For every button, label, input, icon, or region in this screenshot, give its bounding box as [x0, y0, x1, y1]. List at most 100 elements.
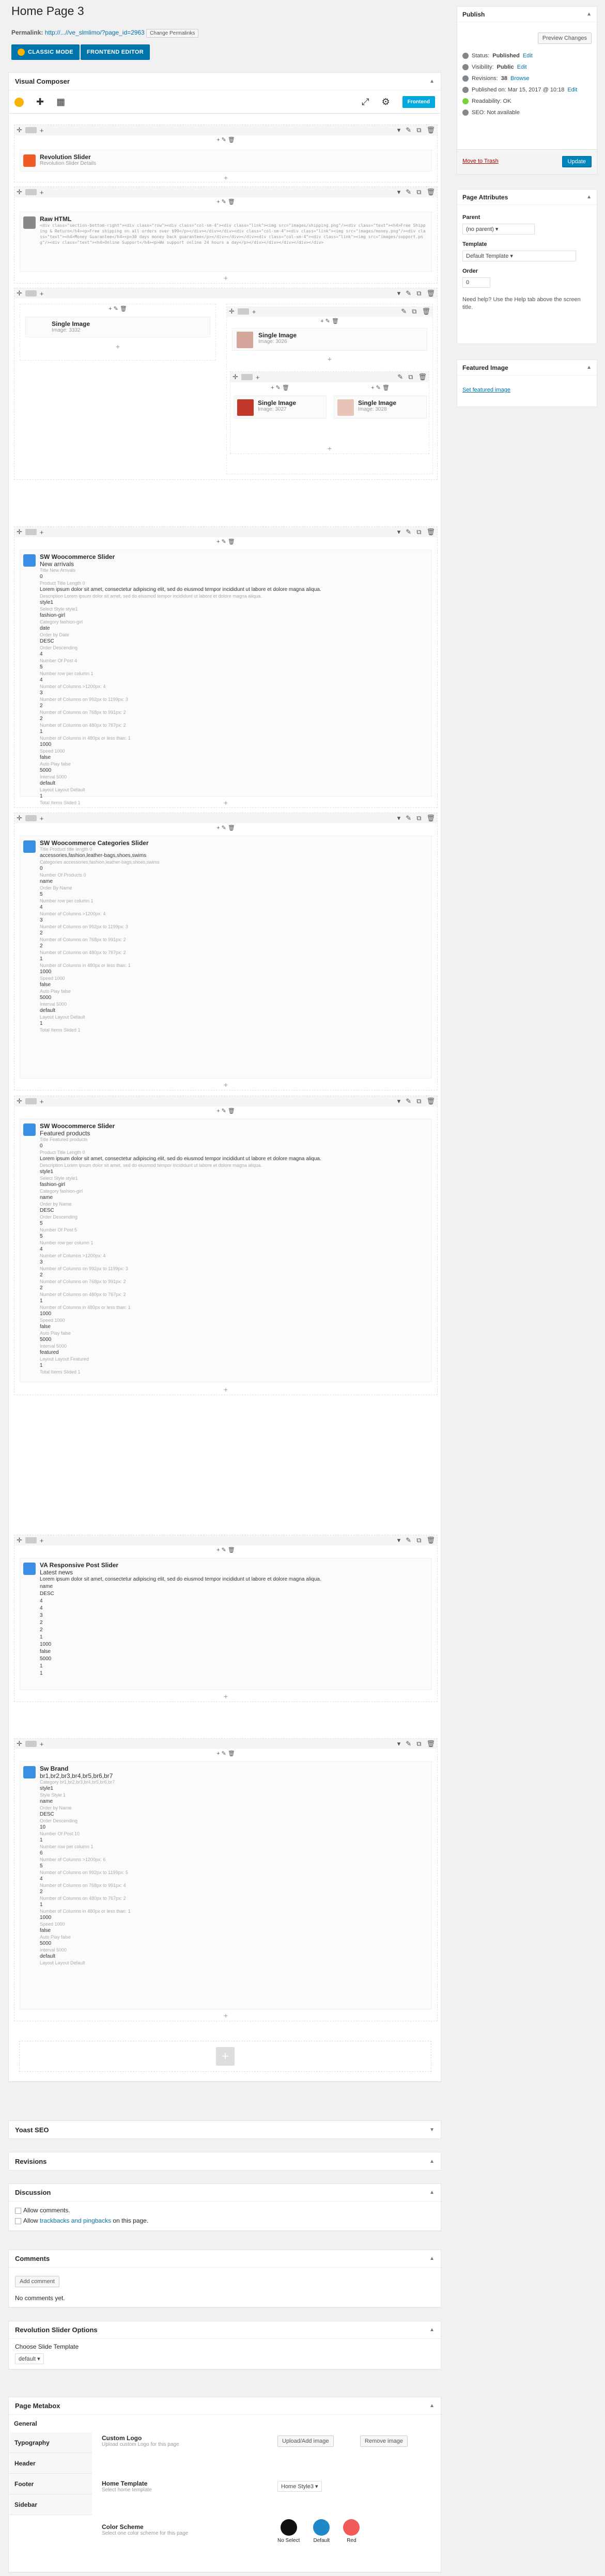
column-controls[interactable]: + ✎ 🗑 — [14, 824, 437, 834]
metabox-section-general[interactable]: General — [14, 2420, 37, 2427]
add-element-plus[interactable]: + — [227, 355, 432, 363]
revisions-browse-link[interactable]: Browse — [510, 75, 530, 82]
collapse-icon[interactable]: ▲ — [429, 2159, 435, 2164]
allow-comments-checkbox[interactable] — [15, 2207, 21, 2214]
vc-row-slider[interactable]: ✛ + ▾ ✎ ⧉ 🗑 + ✎ 🗑 Revolution Slider Revolutio… — [14, 124, 438, 182]
page-attributes-header[interactable]: Page Attributes ▲ — [457, 190, 597, 205]
collapse-icon[interactable]: ▲ — [429, 2190, 435, 2195]
collapse-icon[interactable]: ▲ — [586, 11, 592, 17]
color-swatch[interactable] — [280, 2519, 297, 2536]
raw-html-element[interactable]: Raw HTML <div class="section-bottom-righ… — [20, 212, 432, 272]
vc-row-woo-featured[interactable]: ✛ + ▾ ✎ ⧉ 🗑 + ✎ 🗑 SW Woocommerce Slider Featu… — [14, 1096, 438, 1395]
add-element-plus[interactable]: + — [14, 274, 437, 282]
row-toggle-icon[interactable]: ▾ — [397, 528, 401, 536]
row-edit-icon[interactable]: ✎ — [401, 307, 407, 316]
collapse-icon[interactable]: ▲ — [429, 2256, 435, 2261]
column-controls[interactable]: + ✎ 🗑 — [14, 1750, 437, 1759]
status-edit-link[interactable]: Edit — [523, 53, 533, 59]
tab-sidebar[interactable]: Sidebar — [9, 2494, 92, 2515]
row-toggle-icon[interactable]: ▾ — [397, 289, 401, 298]
add-element-plus[interactable]: + — [230, 444, 429, 452]
upload-image-button[interactable]: Upload/Add image — [277, 2436, 334, 2447]
yoast-seo-box[interactable]: Yoast SEO ▼ — [8, 2120, 441, 2139]
row-delete-icon[interactable]: 🗑 — [426, 289, 435, 298]
allow-trackbacks-checkbox[interactable] — [15, 2218, 21, 2224]
row-delete-icon[interactable]: 🗑 — [418, 373, 427, 381]
row-clone-icon[interactable]: ⧉ — [408, 373, 413, 381]
single-image-element[interactable]: Single Image Image: 3027 — [234, 396, 327, 418]
color-option[interactable]: Default — [313, 2519, 330, 2543]
move-to-trash-link[interactable]: Move to Trash — [462, 158, 499, 164]
home-template-select[interactable]: Home Style3 ▾ — [277, 2481, 322, 2492]
column-controls[interactable]: + ✎ 🗑 — [334, 384, 427, 394]
tab-footer[interactable]: Footer — [9, 2474, 92, 2494]
expand-icon[interactable]: ▼ — [429, 2127, 435, 2133]
update-button[interactable]: Update — [562, 156, 592, 167]
revolution-slider-element[interactable]: Revolution Slider Revolution Slider Deta… — [20, 150, 432, 171]
order-input[interactable]: 0 — [462, 277, 490, 288]
add-element-plus[interactable]: + — [14, 1692, 437, 1700]
inner-column-left[interactable]: + ✎ 🗑 Single Image Image: 3027 — [234, 384, 327, 441]
row-move-icon[interactable]: ✛ — [17, 1740, 22, 1748]
vc-row-brand[interactable]: ✛ + ▾ ✎ ⧉ 🗑 + ✎ 🗑 Sw Brand br1,br2,br3,br4,br… — [14, 1738, 438, 2021]
trackbacks-link[interactable]: trackbacks and pingbacks — [40, 2217, 111, 2224]
row-toggle-icon[interactable]: ▾ — [397, 188, 401, 196]
column-left[interactable]: + ✎ 🗑 Single Image Image: 3332 + — [20, 304, 216, 361]
row-edit-icon[interactable]: ✎ — [406, 188, 411, 196]
row-clone-icon[interactable]: ⧉ — [412, 307, 416, 316]
row-add-icon[interactable]: + — [40, 528, 44, 536]
publish-header[interactable]: Publish ▲ — [457, 7, 597, 22]
column-controls[interactable]: + ✎ 🗑 — [227, 318, 432, 327]
column-controls[interactable]: + ✎ 🗑 — [14, 1107, 437, 1117]
vc-row-images[interactable]: ✛ + ▾ ✎ ⧉ 🗑 + ✎ 🗑 Single Image Image: 3332 + … — [14, 288, 438, 480]
set-featured-image-link[interactable]: Set featured image — [462, 387, 510, 393]
column-controls[interactable]: + ✎ 🗑 — [14, 198, 437, 208]
remove-image-button[interactable]: Remove image — [360, 2436, 408, 2447]
row-move-icon[interactable]: ✛ — [17, 126, 22, 134]
add-element-plus[interactable]: + — [20, 342, 215, 351]
woo-slider-element[interactable]: SW Woocommerce Slider New arrivals Title… — [20, 550, 432, 805]
add-row-area[interactable]: + — [19, 2041, 431, 2072]
row-layout-icon[interactable] — [241, 374, 253, 380]
rev-slider-header[interactable]: Revolution Slider Options ▲ — [9, 2321, 441, 2339]
column-controls[interactable]: + ✎ 🗑 — [234, 384, 327, 394]
row-toggle-icon[interactable]: ▾ — [397, 126, 401, 134]
row-delete-icon[interactable]: 🗑 — [426, 1740, 435, 1748]
tab-header[interactable]: Header — [9, 2453, 92, 2474]
row-clone-icon[interactable]: ⧉ — [416, 1740, 421, 1748]
row-toggle-icon[interactable]: ▾ — [397, 1097, 401, 1105]
row-clone-icon[interactable]: ⧉ — [416, 1536, 421, 1544]
collapse-icon[interactable]: ▲ — [586, 194, 592, 200]
row-delete-icon[interactable]: 🗑 — [426, 814, 435, 822]
collapse-icon[interactable]: ▲ — [586, 365, 592, 370]
slide-template-select[interactable]: default ▾ — [15, 2353, 44, 2364]
row-toggle-icon[interactable]: ▾ — [397, 1740, 401, 1748]
row-add-icon[interactable]: + — [40, 1098, 44, 1105]
row-clone-icon[interactable]: ⧉ — [416, 126, 421, 134]
add-comment-button[interactable]: Add comment — [15, 2276, 59, 2287]
vc-row-post-slider[interactable]: ✛ + ▾ ✎ ⧉ 🗑 + ✎ 🗑 VA Responsive Post Slider L… — [14, 1535, 438, 1702]
row-layout-icon[interactable] — [25, 127, 37, 133]
column-controls[interactable]: + ✎ 🗑 — [14, 1547, 437, 1556]
row-delete-icon[interactable]: 🗑 — [426, 126, 435, 134]
row-edit-icon[interactable]: ✎ — [406, 126, 411, 134]
inner-column-right[interactable]: + ✎ 🗑 Single Image Image: 3028 — [334, 384, 427, 441]
add-element-plus[interactable]: + — [14, 1385, 437, 1394]
single-image-element[interactable]: Single Image Image: 3332 — [25, 317, 210, 337]
template-select[interactable]: Default Template ▾ — [462, 251, 576, 261]
row-clone-icon[interactable]: ⧉ — [416, 1097, 421, 1105]
row-edit-icon[interactable]: ✎ — [406, 1740, 411, 1748]
row-clone-icon[interactable]: ⧉ — [416, 528, 421, 536]
add-element-plus[interactable]: + — [14, 2011, 437, 2020]
woo-categories-element[interactable]: SW Woocommerce Categories Slider Title P… — [20, 836, 432, 1079]
vc-row-woo-slider-new[interactable]: ✛ + ▾ ✎ ⧉ 🗑 + ✎ 🗑 SW Woocommerce Slider New a… — [14, 526, 438, 808]
row-move-icon[interactable]: ✛ — [17, 528, 22, 536]
change-permalinks-button[interactable]: Change Permalinks — [146, 29, 199, 38]
featured-image-header[interactable]: Featured Image ▲ — [457, 360, 597, 376]
add-row-plus-icon[interactable]: + — [216, 2047, 235, 2066]
row-add-icon[interactable]: + — [252, 308, 256, 316]
templates-icon[interactable]: ▦ — [56, 97, 65, 107]
revisions-box[interactable]: Revisions ▲ — [8, 2152, 441, 2171]
discussion-header[interactable]: Discussion ▲ — [9, 2184, 441, 2202]
settings-gear-icon[interactable]: ⚙ — [382, 97, 390, 107]
